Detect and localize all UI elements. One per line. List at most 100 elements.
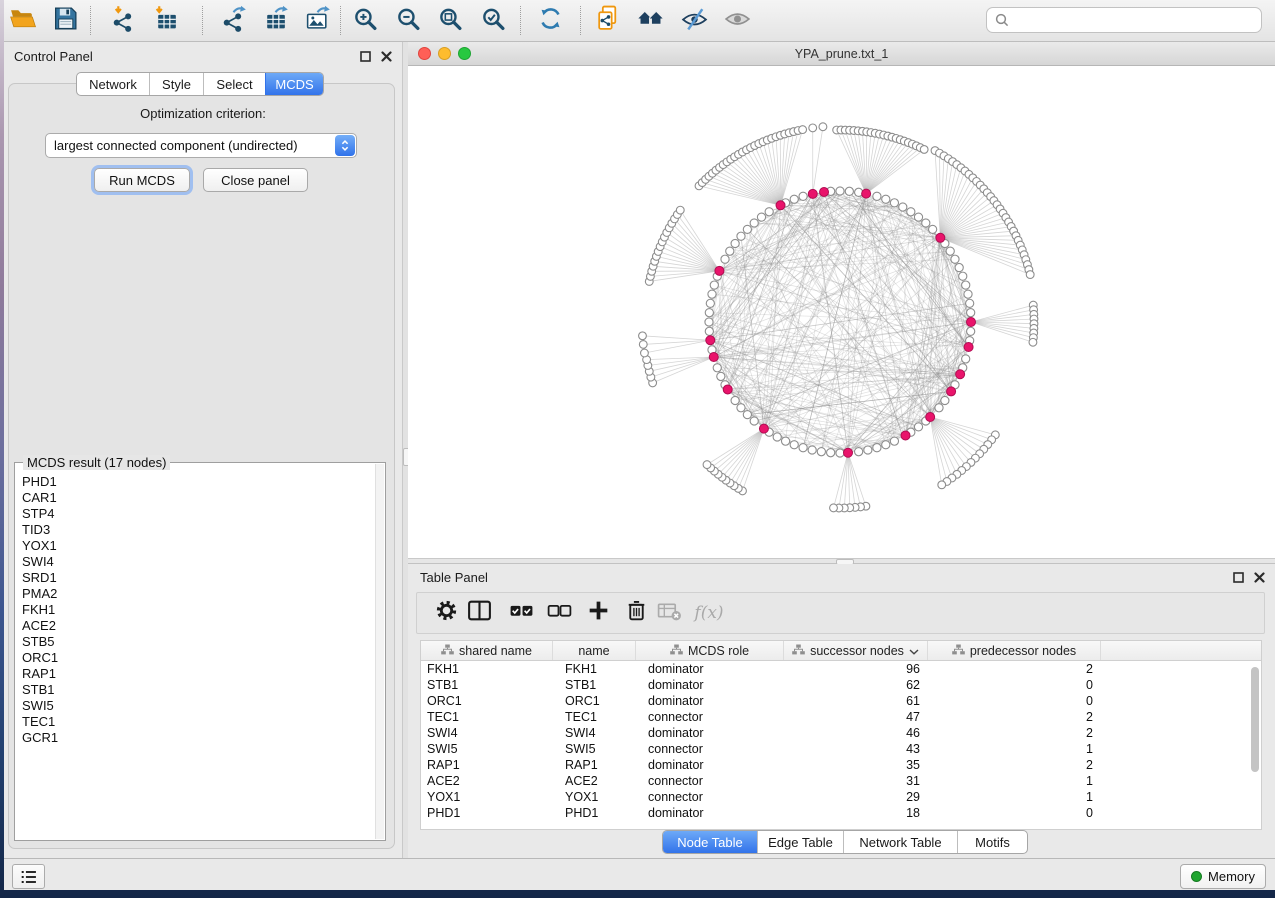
network-hub-node[interactable] <box>964 342 973 351</box>
network-hub-node[interactable] <box>706 336 715 345</box>
network-node[interactable] <box>639 332 647 340</box>
deselect-all-button[interactable] <box>544 598 574 628</box>
network-node[interactable] <box>705 318 713 326</box>
mcds-result-item[interactable]: FKH1 <box>15 602 376 618</box>
refresh-layout-button[interactable] <box>532 3 568 39</box>
network-hub-node[interactable] <box>808 189 817 198</box>
network-node[interactable] <box>1029 338 1037 346</box>
column-header-predecessor-nodes[interactable]: predecessor nodes <box>928 641 1101 660</box>
network-hub-node[interactable] <box>759 424 768 433</box>
table-row[interactable]: FKH1FKH1dominator962 <box>421 661 1261 677</box>
network-node[interactable] <box>641 349 649 357</box>
split-view-button[interactable] <box>464 598 494 628</box>
network-hub-node[interactable] <box>926 413 935 422</box>
network-node[interactable] <box>938 481 946 489</box>
network-node[interactable] <box>951 255 959 263</box>
mcds-result-item[interactable]: TEC1 <box>15 714 376 730</box>
minimize-window-icon[interactable] <box>438 47 451 60</box>
network-hub-node[interactable] <box>947 387 956 396</box>
table-row[interactable]: STB1STB1dominator620 <box>421 677 1261 693</box>
network-node[interactable] <box>799 444 807 452</box>
table-row[interactable]: ACE2ACE2connector311 <box>421 773 1261 789</box>
network-node[interactable] <box>935 404 943 412</box>
tab-mcds[interactable]: MCDS <box>265 73 323 95</box>
table-scrollbar[interactable] <box>1251 667 1259 772</box>
network-node[interactable] <box>731 239 739 247</box>
run-mcds-button[interactable]: Run MCDS <box>94 168 190 192</box>
network-node[interactable] <box>899 203 907 211</box>
table-row[interactable]: PHD1PHD1dominator180 <box>421 805 1261 821</box>
network-node[interactable] <box>890 199 898 207</box>
network-node[interactable] <box>836 187 844 195</box>
network-node[interactable] <box>855 448 863 456</box>
column-header-MCDS-role[interactable]: MCDS role <box>636 641 784 660</box>
network-node[interactable] <box>808 446 816 454</box>
network-node[interactable] <box>717 372 725 380</box>
network-hub-node[interactable] <box>715 266 724 275</box>
network-node[interactable] <box>830 504 838 512</box>
mcds-result-item[interactable]: TID3 <box>15 522 376 538</box>
table-row[interactable]: SWI4SWI4dominator462 <box>421 725 1261 741</box>
network-node[interactable] <box>966 299 974 307</box>
mcds-result-item[interactable]: RAP1 <box>15 666 376 682</box>
network-hub-node[interactable] <box>709 353 718 362</box>
close-panel-icon[interactable] <box>381 51 392 62</box>
network-node[interactable] <box>882 441 890 449</box>
network-node[interactable] <box>750 219 758 227</box>
table-row[interactable]: RAP1RAP1dominator352 <box>421 757 1261 773</box>
network-node[interactable] <box>705 309 713 317</box>
network-node[interactable] <box>750 417 758 425</box>
import-table-button[interactable] <box>148 3 184 39</box>
save-session-button[interactable] <box>47 3 83 39</box>
network-node[interactable] <box>773 433 781 441</box>
network-node[interactable] <box>929 225 937 233</box>
network-node[interactable] <box>964 290 972 298</box>
export-network-button[interactable] <box>215 3 251 39</box>
tab-network-table[interactable]: Network Table <box>843 831 957 853</box>
network-node[interactable] <box>703 461 711 469</box>
memory-button[interactable]: Memory <box>1180 864 1266 889</box>
delete-column-button[interactable] <box>621 598 651 628</box>
zoom-window-icon[interactable] <box>458 47 471 60</box>
network-node[interactable] <box>790 441 798 449</box>
network-node[interactable] <box>922 219 930 227</box>
network-node[interactable] <box>914 423 922 431</box>
tab-select[interactable]: Select <box>203 73 265 95</box>
network-node[interactable] <box>705 327 713 335</box>
clear-table-button[interactable] <box>654 598 684 628</box>
network-node[interactable] <box>639 341 647 349</box>
network-node[interactable] <box>710 281 718 289</box>
network-node[interactable] <box>737 232 745 240</box>
clipboard-network-button[interactable] <box>589 3 625 39</box>
zoom-selected-button[interactable] <box>475 3 511 39</box>
network-node[interactable] <box>890 437 898 445</box>
network-window-titlebar[interactable]: YPA_prune.txt_1 <box>408 42 1275 66</box>
float-panel-icon[interactable] <box>360 51 371 62</box>
mcds-result-item[interactable]: PMA2 <box>15 586 376 602</box>
network-node[interactable] <box>946 247 954 255</box>
network-hub-node[interactable] <box>820 187 829 196</box>
network-node[interactable] <box>713 364 721 372</box>
mcds-result-item[interactable]: STB5 <box>15 634 376 650</box>
search-box[interactable] <box>986 7 1262 33</box>
table-row[interactable]: YOX1YOX1connector291 <box>421 789 1261 805</box>
network-hub-node[interactable] <box>967 318 976 327</box>
zoom-fit-button[interactable] <box>432 3 468 39</box>
network-node[interactable] <box>726 247 734 255</box>
column-header-shared-name[interactable]: shared name <box>421 641 553 660</box>
network-node[interactable] <box>882 195 890 203</box>
table-row[interactable]: TEC1TEC1connector472 <box>421 709 1261 725</box>
network-node[interactable] <box>959 272 967 280</box>
network-node[interactable] <box>1026 271 1034 279</box>
network-node[interactable] <box>706 299 714 307</box>
mcds-result-item[interactable]: STB1 <box>15 682 376 698</box>
network-node[interactable] <box>955 263 963 271</box>
network-hub-node[interactable] <box>901 431 910 440</box>
task-history-button[interactable] <box>12 864 45 889</box>
network-node[interactable] <box>743 225 751 233</box>
mcds-result-item[interactable]: SWI5 <box>15 698 376 714</box>
search-input[interactable] <box>1014 12 1253 29</box>
network-node[interactable] <box>836 449 844 457</box>
tab-style[interactable]: Style <box>149 73 203 95</box>
network-node[interactable] <box>845 187 853 195</box>
